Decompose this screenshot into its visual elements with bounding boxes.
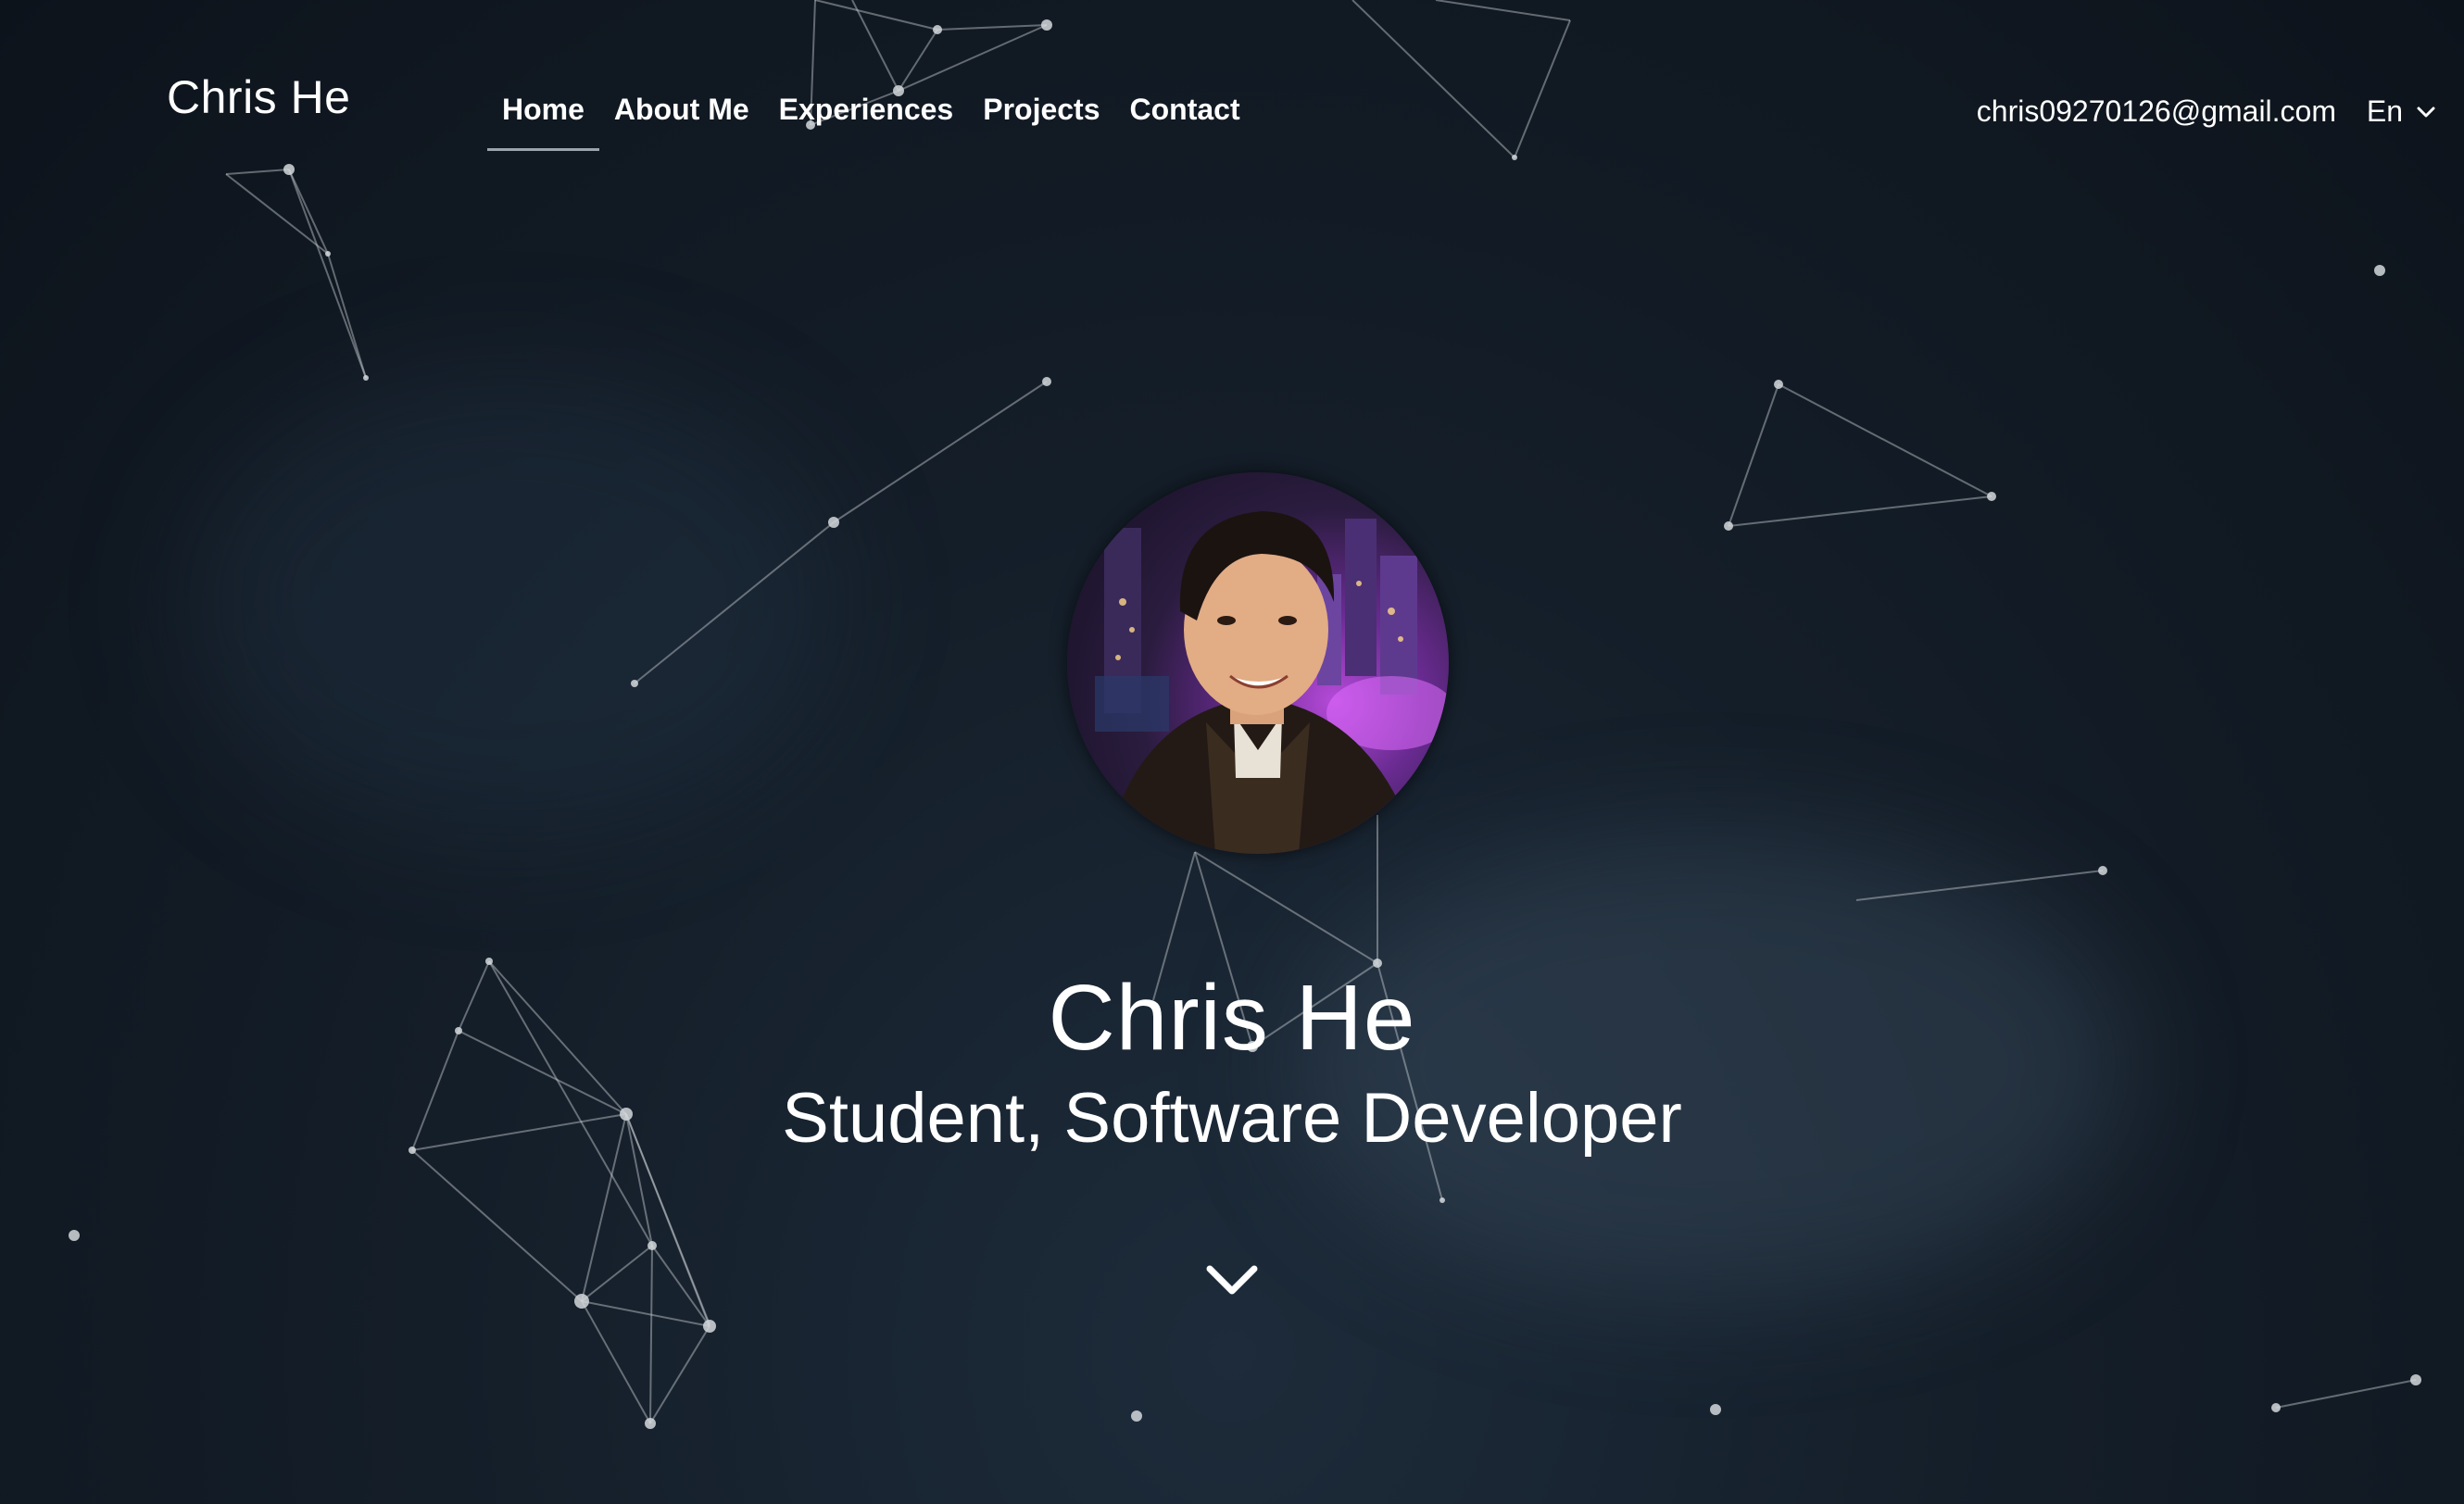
chevron-down-icon[interactable] <box>1204 1261 1260 1298</box>
hero-name: Chris He <box>1048 966 1416 1070</box>
avatar <box>1067 472 1449 854</box>
hero-section: Chris He Student, Software Developer <box>0 0 2464 1504</box>
hero-subtitle: Student, Software Developer <box>782 1079 1682 1158</box>
profile-photo <box>1095 511 1449 854</box>
